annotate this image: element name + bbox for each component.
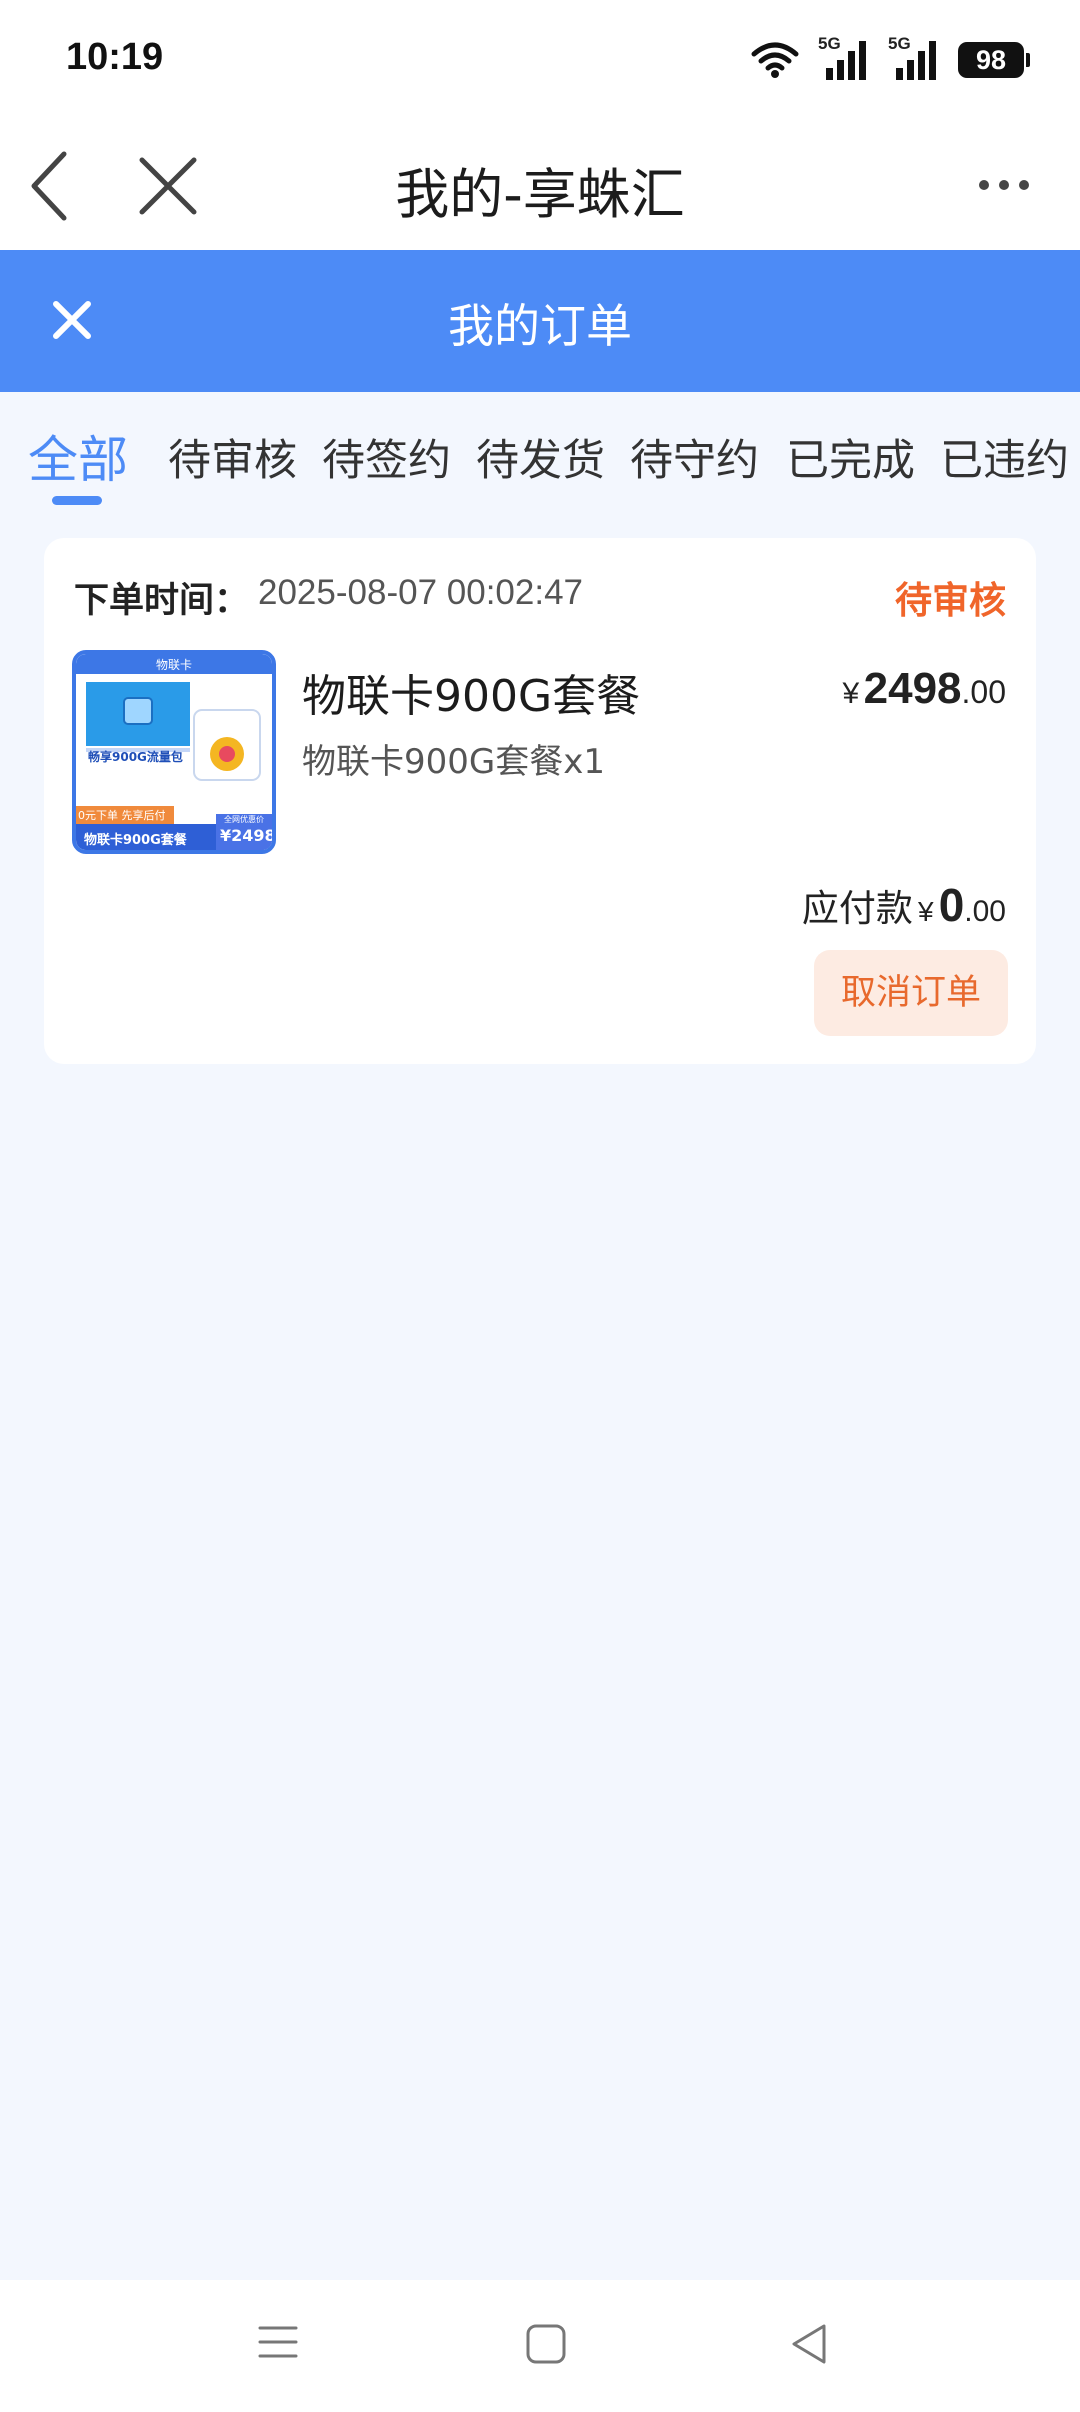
payable-integer: 0: [938, 879, 965, 931]
thumb-top-label: 物联卡: [155, 658, 192, 672]
signal-icon-1: 5G: [818, 34, 870, 82]
payable-decimal: .00: [964, 895, 1006, 928]
system-nav-bar: [0, 2280, 1080, 2412]
thumb-price-tag: ¥2498: [220, 826, 276, 845]
price-decimal: .00: [961, 674, 1006, 710]
home-button[interactable]: [522, 2320, 570, 2368]
wifi-icon: [751, 42, 799, 78]
product-subtitle: 物联卡900G套餐x1: [302, 742, 605, 782]
product-price: ¥ 2498.00: [842, 664, 1006, 714]
system-back-button[interactable]: [786, 2320, 834, 2368]
status-time: 10:19: [66, 36, 164, 78]
thumb-headline: 畅享900G流量包: [88, 750, 183, 764]
thumb-price-caption: 全网优惠价: [224, 815, 264, 824]
active-tab-indicator: [52, 496, 102, 505]
order-time-label: 下单时间：: [74, 581, 250, 621]
tab-completed[interactable]: 已完成: [786, 426, 915, 488]
thumb-bottom-label: 物联卡900G套餐: [84, 833, 187, 848]
order-card[interactable]: 下单时间： 2025-08-07 00:02:47 待审核 物联卡 畅享900G…: [44, 538, 1036, 1064]
price-integer: 2498: [863, 664, 962, 713]
payable-currency: ¥: [918, 896, 934, 927]
status-icons: 5G 5G 98: [750, 34, 1030, 82]
cancel-order-button[interactable]: 取消订单: [814, 950, 1008, 1036]
more-button[interactable]: [970, 170, 1040, 200]
header-title: 我的订单: [448, 299, 632, 353]
battery-indicator: 98: [958, 42, 1030, 78]
page-title: 我的-享蛛汇: [395, 163, 685, 226]
status-bar: 10:19 5G 5G 98: [0, 0, 1080, 120]
payable-amount: 应付款 ¥ 0.00: [802, 878, 1006, 932]
product-thumbnail[interactable]: 物联卡 畅享900G流量包 0元下单 先享后付 物联卡900G套餐 全网优惠价 …: [72, 650, 276, 854]
tab-pending-review[interactable]: 待审核: [168, 426, 297, 488]
tab-pending-ship[interactable]: 待发货: [476, 426, 605, 488]
thumb-banner: 0元下单 先享后付: [78, 809, 166, 822]
order-time-value: 2025-08-07 00:02:47: [258, 573, 583, 612]
tab-pending-sign[interactable]: 待签约: [322, 426, 451, 488]
tab-defaulted[interactable]: 已违约: [940, 426, 1069, 488]
payable-label: 应付款: [801, 887, 913, 930]
price-currency: ¥: [842, 677, 860, 710]
more-icon: [979, 180, 1029, 190]
top-nav: 我的-享蛛汇: [0, 120, 1080, 250]
menu-icon: [258, 2326, 298, 2358]
back-triangle-icon: [792, 2324, 826, 2364]
signal-icon-2: 5G: [888, 34, 940, 82]
tab-all[interactable]: 全部: [28, 420, 128, 492]
recents-button[interactable]: [256, 2320, 300, 2364]
order-tabs: 全部 待审核 待签约 待发货 待守约 已完成 已违约: [0, 392, 1080, 512]
order-status-badge: 待审核: [895, 579, 1006, 622]
home-icon: [526, 2324, 566, 2364]
orders-header: 我的订单: [0, 250, 1080, 392]
tab-pending-fulfill[interactable]: 待守约: [630, 426, 759, 488]
product-name[interactable]: 物联卡900G套餐: [302, 660, 640, 724]
